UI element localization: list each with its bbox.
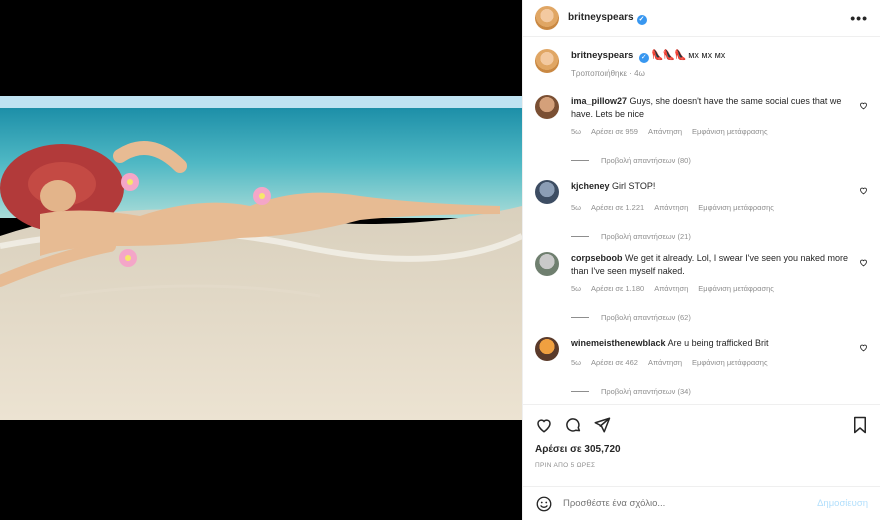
view-replies-label[interactable]: Προβολή απαντήσεων (21) <box>601 232 691 241</box>
comment-likes[interactable]: Αρέσει σε 1.180 <box>591 284 644 293</box>
view-replies-label[interactable]: Προβολή απαντήσεων (62) <box>601 313 691 322</box>
reply-button[interactable]: Απάντηση <box>654 203 688 212</box>
post-photo[interactable] <box>0 96 522 420</box>
comment-likes[interactable]: Αρέσει σε 462 <box>591 358 638 367</box>
post-username[interactable]: britneyspears ✓ <box>568 12 647 25</box>
comment-username[interactable]: kjcheney <box>571 181 610 191</box>
add-comment-bar: Δημοσίευση <box>523 486 880 520</box>
comment-likes[interactable]: Αρέσει σε 959 <box>591 127 638 136</box>
comment-item: corpseboob We get it already. Lol, I swe… <box>535 252 868 322</box>
comment-text: Girl STOP! <box>612 181 656 191</box>
replies-divider <box>571 317 589 318</box>
replies-divider <box>571 160 589 161</box>
comment-age: 5ω <box>571 284 582 293</box>
more-options-icon[interactable]: ••• <box>850 10 868 26</box>
comment-username[interactable]: corpseboob <box>571 253 623 263</box>
post-caption: britneyspears ✓ 👠👠👠 мx мx мx Τροποποιήθη… <box>535 49 868 78</box>
like-comment-heart-icon[interactable] <box>859 343 868 352</box>
comment-username[interactable]: ima_pillow27 <box>571 96 627 106</box>
replies-divider <box>571 391 589 392</box>
comment-item: kjcheney Girl STOP! 5ω Αρέσει σε 1.221 Α… <box>535 180 868 241</box>
caption-avatar[interactable] <box>535 49 559 73</box>
comments-list[interactable]: britneyspears ✓ 👠👠👠 мx мx мx Τροποποιήθη… <box>523 37 880 404</box>
post-sidebar: britneyspears ✓ ••• britneyspears ✓ 👠👠👠 м… <box>522 0 880 520</box>
translate-button[interactable]: Εμφάνιση μετάφρασης <box>698 203 774 212</box>
likes-count[interactable]: Αρέσει σε 305,720 <box>535 444 621 455</box>
save-bookmark-icon[interactable] <box>852 416 868 434</box>
reply-button[interactable]: Απάντηση <box>654 284 688 293</box>
comment-age: 5ω <box>571 127 582 136</box>
comment-bubble-icon[interactable] <box>564 416 582 434</box>
commenter-avatar[interactable] <box>535 180 559 204</box>
share-paper-plane-icon[interactable] <box>593 416 611 434</box>
comment-username[interactable]: winemeisthenewblack <box>571 338 666 348</box>
commenter-avatar[interactable] <box>535 252 559 276</box>
view-replies-label[interactable]: Προβολή απαντήσεων (80) <box>601 156 691 165</box>
view-replies-label[interactable]: Προβολή απαντήσεων (34) <box>601 387 691 396</box>
like-comment-heart-icon[interactable] <box>859 186 868 195</box>
like-comment-heart-icon[interactable] <box>859 101 868 110</box>
like-comment-heart-icon[interactable] <box>859 258 868 267</box>
post-actions <box>523 404 880 444</box>
verified-badge-icon: ✓ <box>638 53 649 63</box>
beach-photo <box>0 96 522 420</box>
avatar[interactable] <box>535 6 559 30</box>
comment-age: 5ω <box>571 358 582 367</box>
caption-edited: Τροποποιήθηκε · 4ω <box>571 69 645 78</box>
verified-badge-icon: ✓ <box>636 14 647 25</box>
reply-button[interactable]: Απάντηση <box>648 358 682 367</box>
view-replies-button[interactable]: Προβολή απαντήσεων (21) <box>571 232 851 241</box>
view-replies-button[interactable]: Προβολή απαντήσεων (34) <box>571 387 851 396</box>
view-replies-button[interactable]: Προβολή απαντήσεων (62) <box>571 313 851 322</box>
commenter-avatar[interactable] <box>535 95 559 119</box>
comment-item: winemeisthenewblack Are u being traffick… <box>535 337 868 396</box>
post-header: britneyspears ✓ ••• <box>523 0 880 37</box>
post-media <box>0 0 522 520</box>
like-heart-icon[interactable] <box>535 416 553 434</box>
replies-divider <box>571 236 589 237</box>
post-comment-button[interactable]: Δημοσίευση <box>817 498 868 509</box>
post-timestamp: ΠΡΙΝ ΑΠΟ 5 ΩΡΕΣ <box>535 462 596 469</box>
caption-username[interactable]: britneyspears <box>571 50 633 61</box>
view-replies-button[interactable]: Προβολή απαντήσεων (80) <box>571 156 851 165</box>
comment-item: ima_pillow27 Guys, she doesn't have the … <box>535 95 868 165</box>
caption-text: мx мx мx <box>688 50 726 60</box>
translate-button[interactable]: Εμφάνιση μετάφρασης <box>692 127 768 136</box>
translate-button[interactable]: Εμφάνιση μετάφρασης <box>698 284 774 293</box>
comment-input[interactable] <box>563 498 818 509</box>
post-username-text[interactable]: britneyspears <box>568 12 634 23</box>
caption-emoji: 👠👠👠 <box>651 50 686 61</box>
comment-likes[interactable]: Αρέσει σε 1.221 <box>591 203 644 212</box>
emoji-smiley-icon[interactable] <box>535 495 553 513</box>
reply-button[interactable]: Απάντηση <box>648 127 682 136</box>
comment-text: Are u being trafficked Brit <box>667 338 769 348</box>
translate-button[interactable]: Εμφάνιση μετάφρασης <box>692 358 768 367</box>
commenter-avatar[interactable] <box>535 337 559 361</box>
comment-age: 5ω <box>571 203 582 212</box>
